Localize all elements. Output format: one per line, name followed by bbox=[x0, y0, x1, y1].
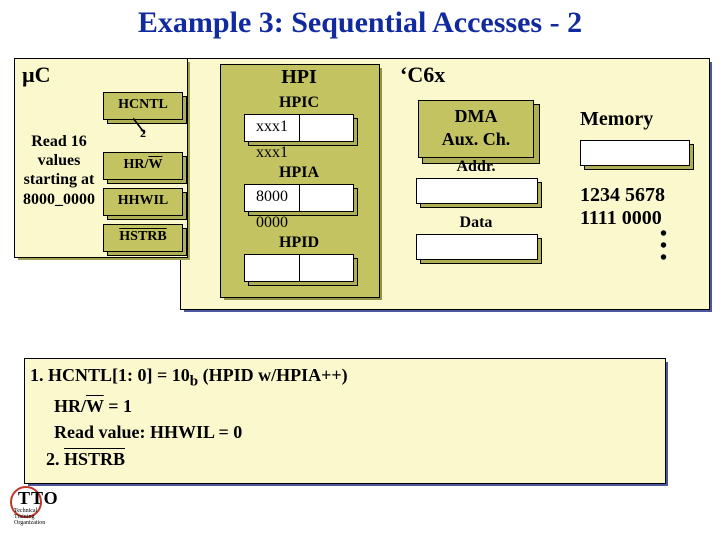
memory-title: Memory bbox=[580, 108, 653, 131]
uc-description: Read 16 values starting at 8000_0000 bbox=[16, 132, 102, 209]
hpia-left: 8000 bbox=[245, 185, 300, 211]
data-field bbox=[416, 234, 538, 260]
hpi-title: HPI bbox=[220, 66, 378, 89]
tto-subtitle: TechnicalTrainingOrganization bbox=[14, 508, 45, 526]
uc-desc-l4: 8000_0000 bbox=[23, 191, 95, 208]
memory-ellipsis: ••• bbox=[660, 228, 667, 264]
dma-box: DMA Aux. Ch. bbox=[418, 100, 534, 158]
pin-hstrb: HSTRB bbox=[103, 224, 183, 252]
dma-l2: Aux. Ch. bbox=[442, 129, 511, 149]
hpic-left: xxx1 bbox=[245, 115, 300, 141]
uc-desc-l1: Read 16 bbox=[31, 133, 87, 150]
pin-hrw-label: HR/W bbox=[124, 157, 163, 172]
step-1b: Read value: HHWIL = 0 bbox=[30, 419, 348, 445]
hpic-label: HPIC bbox=[220, 94, 378, 112]
tto-logo: TTO TechnicalTrainingOrganization bbox=[10, 488, 51, 509]
tto-text: TTO bbox=[18, 488, 59, 509]
memory-v1: 1234 5678 bbox=[580, 184, 665, 206]
hpid-left bbox=[245, 255, 300, 281]
hpic-register: xxx1xxx1 bbox=[244, 114, 354, 142]
memory-v2: 1111 0000 bbox=[580, 207, 662, 229]
pin-hhwil-label: HHWIL bbox=[118, 193, 169, 208]
step-1: 1. HCNTL[1: 0] = 10b (HPID w/HPIA++) bbox=[30, 365, 348, 385]
pin-hcntl-label: HCNTL bbox=[118, 97, 168, 112]
memory-slot bbox=[580, 140, 690, 166]
hpia-register: 80000000 bbox=[244, 184, 354, 212]
pin-hcntl: HCNTL bbox=[103, 92, 183, 120]
step-1a: HR/W = 1 bbox=[30, 393, 348, 419]
pin-hrw: HR/W bbox=[103, 152, 183, 180]
step-list: 1. HCNTL[1: 0] = 10b (HPID w/HPIA++) HR/… bbox=[30, 362, 348, 472]
dma-l1: DMA bbox=[455, 106, 498, 126]
uc-desc-l2: values bbox=[38, 152, 81, 169]
step-2: 2. HSTRB bbox=[30, 446, 348, 472]
hpia-label: HPIA bbox=[220, 164, 378, 182]
addr-label: Addr. bbox=[418, 158, 534, 176]
pin-hstrb-label: HSTRB bbox=[119, 229, 166, 244]
memory-values: 1234 5678 1111 0000 bbox=[580, 184, 665, 230]
c6x-label: ‘C6x bbox=[400, 62, 445, 88]
bus-width-value: 2 bbox=[140, 126, 146, 141]
slide-title: Example 3: Sequential Accesses - 2 bbox=[0, 6, 720, 40]
uc-desc-l3: starting at bbox=[24, 171, 95, 188]
pin-hhwil: HHWIL bbox=[103, 188, 183, 216]
data-label: Data bbox=[418, 214, 534, 232]
hpid-right bbox=[245, 281, 299, 307]
addr-field bbox=[416, 178, 538, 204]
hpid-label: HPID bbox=[220, 234, 378, 252]
hpid-register bbox=[244, 254, 354, 282]
uc-label: µC bbox=[22, 62, 51, 88]
